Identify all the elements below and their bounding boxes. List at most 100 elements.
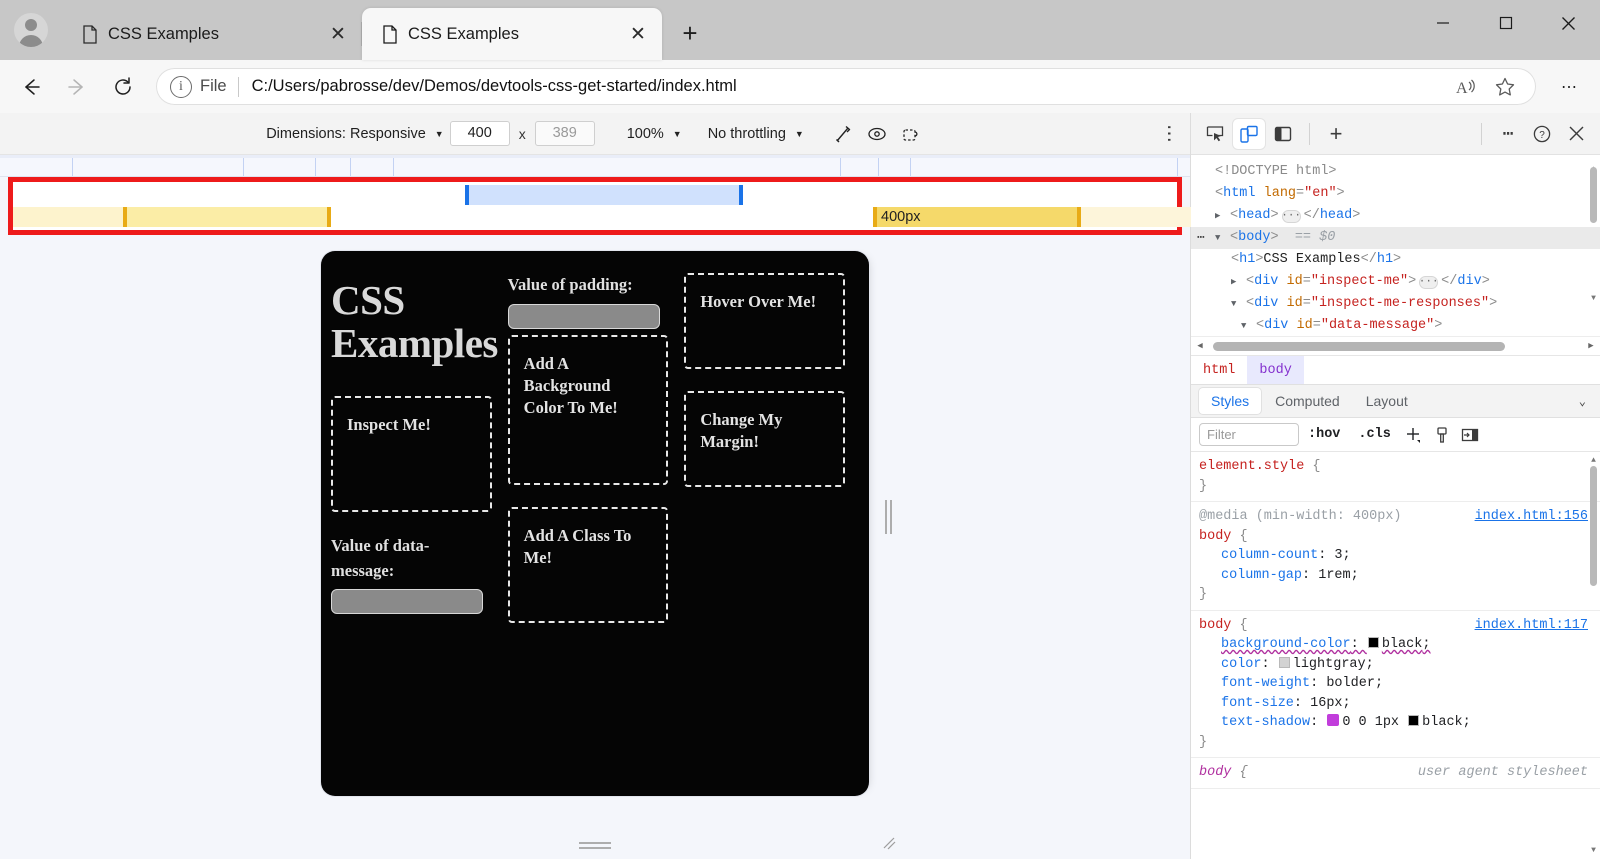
style-rule-media-body[interactable]: @media (min-width: 400px) body { index.h… <box>1191 502 1600 611</box>
rotate-icon[interactable] <box>826 120 860 148</box>
color-swatch-icon[interactable] <box>1278 656 1290 668</box>
minimize-icon[interactable] <box>1411 0 1474 46</box>
new-style-rule-icon[interactable] <box>1400 423 1428 447</box>
style-rule-element-style[interactable]: element.style { } <box>1191 452 1600 502</box>
show-media-queries-icon[interactable] <box>860 120 894 148</box>
property-value[interactable]: 0 0 1px <box>1342 715 1399 730</box>
favorite-star-icon[interactable] <box>1488 70 1522 104</box>
toggle-pseudo-classes-button[interactable]: :hov <box>1299 427 1349 442</box>
declaration-color[interactable]: color: lightgray; <box>1199 655 1588 675</box>
dom-node-menu-icon[interactable]: ⋯ <box>1197 227 1206 249</box>
print-media-icon[interactable] <box>1428 423 1456 447</box>
media-query-bar-yellow-4[interactable] <box>1081 207 1193 227</box>
demo-box-margin[interactable]: Change My Margin! <box>684 391 845 487</box>
collapsed-children-badge[interactable]: ··· <box>1419 275 1439 289</box>
demo-box-background-color[interactable]: Add A Background Color To Me! <box>507 334 669 485</box>
rule-selector[interactable]: body <box>1199 529 1231 544</box>
maximize-icon[interactable] <box>1474 0 1537 46</box>
back-icon[interactable] <box>10 66 52 108</box>
address-bar[interactable]: i File C:/Users/pabrosse/dev/Demos/devto… <box>156 68 1536 105</box>
property-value[interactable]: lightgray <box>1293 657 1366 672</box>
tab-styles[interactable]: Styles <box>1199 388 1262 414</box>
dom-line-h1[interactable]: < h1 > CSS Examples </h1 > <box>1191 249 1600 271</box>
collapse-triangle-icon[interactable] <box>1241 315 1253 336</box>
demo-box-add-class[interactable]: Add A Class To Me! <box>507 506 669 623</box>
zoom-dropdown[interactable]: 100% ▼ <box>623 113 682 154</box>
new-tab-button[interactable]: + <box>670 13 710 53</box>
media-query-bar-yellow-1[interactable] <box>13 207 123 227</box>
property-value[interactable]: 1rem <box>1318 568 1350 583</box>
collapse-triangle-icon[interactable] <box>1231 293 1243 315</box>
rule-source-link[interactable]: index.html:156 <box>1475 507 1588 527</box>
declaration-font-size[interactable]: font-size: 16px; <box>1199 694 1588 714</box>
computed-sidebar-icon[interactable] <box>1456 423 1484 447</box>
viewport-resize-handle-vertical[interactable] <box>579 840 611 850</box>
declaration-column-count[interactable]: column-count: 3; <box>1199 546 1588 566</box>
media-query-bar-blue[interactable] <box>465 185 743 205</box>
close-icon[interactable] <box>1537 0 1600 46</box>
dom-line-data-message[interactable]: <div id="data-message"> <box>1191 315 1600 336</box>
dom-horizontal-scrollbar[interactable]: ◀ ▶ <box>1191 336 1600 355</box>
dom-line-html[interactable]: < html lang = "en" > <box>1191 183 1600 205</box>
dock-side-icon[interactable] <box>1267 119 1299 149</box>
read-aloud-icon[interactable]: A <box>1450 70 1484 104</box>
style-rule-user-agent[interactable]: body { user agent stylesheet <box>1191 758 1600 789</box>
tab-computed[interactable]: Computed <box>1263 388 1352 414</box>
throttling-dropdown[interactable]: No throttling ▼ <box>704 113 804 154</box>
color-swatch-icon[interactable] <box>1408 715 1420 726</box>
inspect-element-icon[interactable] <box>1199 119 1231 149</box>
shadow-editor-icon[interactable] <box>1327 714 1340 726</box>
add-panel-icon[interactable]: + <box>1320 119 1352 149</box>
close-devtools-icon[interactable] <box>1560 119 1592 149</box>
viewport-height-input[interactable]: 389 <box>534 121 595 146</box>
dom-line-head[interactable]: <head>···</head> <box>1191 205 1600 227</box>
breadcrumb-item-html[interactable]: html <box>1191 356 1247 384</box>
property-value[interactable]: 16px <box>1310 696 1342 711</box>
property-value[interactable]: black <box>1382 637 1423 652</box>
toggle-device-emulation-icon[interactable] <box>1233 118 1265 149</box>
browser-tab-1[interactable]: CSS Examples ✕ <box>62 8 362 60</box>
declaration-column-gap[interactable]: column-gap: 1rem; <box>1199 566 1588 586</box>
declaration-font-weight[interactable]: font-weight: bolder; <box>1199 674 1588 694</box>
viewport-resize-handle-horizontal[interactable] <box>881 497 895 537</box>
expand-triangle-icon[interactable] <box>1215 205 1227 227</box>
style-rule-body-117[interactable]: body { index.html:117 background-color: … <box>1191 611 1600 758</box>
emulated-page[interactable]: CSS Examples Inspect Me! Value of data-m… <box>321 251 869 796</box>
demo-box-inspect-me[interactable]: Inspect Me! <box>331 395 492 512</box>
close-icon[interactable]: ✕ <box>624 20 652 48</box>
dom-vertical-scrollbar[interactable]: ▲ ▼ <box>1589 159 1598 310</box>
profile-button[interactable] <box>0 0 62 60</box>
demo-box-hover[interactable]: Hover Over Me! <box>684 273 845 369</box>
chevron-down-icon[interactable]: ⌄ <box>1579 394 1586 409</box>
styles-rules-list[interactable]: element.style { } @media (min-width: 400… <box>1191 452 1600 859</box>
media-query-bar-yellow-3[interactable]: 400px <box>873 207 1081 227</box>
expand-triangle-icon[interactable] <box>1231 271 1243 293</box>
viewport-resize-handle-corner[interactable] <box>881 835 897 851</box>
media-query-bar-yellow-2[interactable] <box>123 207 331 227</box>
browser-settings-more-icon[interactable]: ⋯ <box>1548 66 1590 108</box>
dom-line-doctype[interactable]: <!DOCTYPE html> <box>1191 161 1600 183</box>
property-value[interactable]: 3 <box>1334 548 1342 563</box>
site-info-icon[interactable]: i <box>170 75 192 98</box>
rule-source-link[interactable]: index.html:117 <box>1475 616 1588 636</box>
scrollbar-thumb[interactable] <box>1213 341 1505 351</box>
viewport-width-input[interactable]: 400 <box>449 121 510 146</box>
close-icon[interactable]: ✕ <box>324 20 352 48</box>
dom-line-body-selected[interactable]: ⋯ <body> == $0 <box>1191 227 1600 249</box>
rule-selector[interactable]: body <box>1199 618 1231 633</box>
collapsed-children-badge[interactable]: ··· <box>1281 209 1301 223</box>
devtools-more-icon[interactable]: ⋯ <box>1492 119 1524 149</box>
help-icon[interactable]: ? <box>1526 119 1558 149</box>
dom-line-inspect-me-responses[interactable]: <div id="inspect-me-responses"> <box>1191 293 1600 315</box>
property-value[interactable]: bolder <box>1326 676 1375 691</box>
scroll-right-icon[interactable]: ▶ <box>1584 341 1598 351</box>
declaration-background-color[interactable]: background-color: black; <box>1199 635 1588 655</box>
dimensions-dropdown[interactable]: Dimensions: Responsive ▼ <box>262 113 444 154</box>
color-swatch-icon[interactable] <box>1367 637 1379 648</box>
dom-tree[interactable]: <!DOCTYPE html> <html lang="en"> <head>·… <box>1191 155 1600 336</box>
scrollbar-track[interactable] <box>1211 341 1580 351</box>
scroll-left-icon[interactable]: ◀ <box>1193 341 1207 351</box>
rule-selector[interactable]: body <box>1199 765 1231 780</box>
toggle-element-classes-button[interactable]: .cls <box>1349 427 1399 442</box>
url-text[interactable]: C:/Users/pabrosse/dev/Demos/devtools-css… <box>252 77 1450 96</box>
